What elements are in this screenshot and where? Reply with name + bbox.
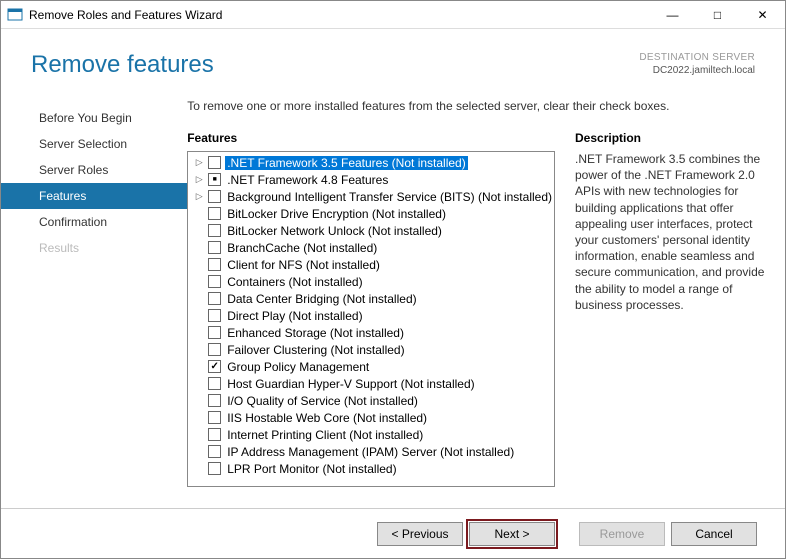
- features-column: Features ▷ .NET Framework 3.5 Features (N…: [187, 131, 555, 487]
- feature-checkbox[interactable]: [208, 275, 221, 288]
- page-title: Remove features: [31, 51, 214, 79]
- feature-item[interactable]: Client for NFS (Not installed): [188, 256, 554, 273]
- step-sidebar: Before You BeginServer SelectionServer R…: [1, 87, 187, 487]
- feature-checkbox[interactable]: [208, 360, 221, 373]
- previous-button[interactable]: < Previous: [377, 522, 463, 546]
- expand-icon[interactable]: ▷: [194, 174, 204, 185]
- feature-checkbox[interactable]: [208, 394, 221, 407]
- feature-item[interactable]: LPR Port Monitor (Not installed): [188, 460, 554, 477]
- destination-info: DESTINATION SERVER DC2022.jamiltech.loca…: [639, 51, 755, 79]
- feature-checkbox[interactable]: [208, 241, 221, 254]
- feature-item[interactable]: Data Center Bridging (Not installed): [188, 290, 554, 307]
- feature-label: Background Intelligent Transfer Service …: [225, 190, 554, 204]
- feature-item[interactable]: ▷ Background Intelligent Transfer Service…: [188, 188, 554, 205]
- title-bar: Remove Roles and Features Wizard — □ ✕: [1, 1, 785, 29]
- feature-label: BitLocker Network Unlock (Not installed): [225, 224, 444, 238]
- feature-item[interactable]: ▷ .NET Framework 3.5 Features (Not instal…: [188, 154, 554, 171]
- feature-label: Failover Clustering (Not installed): [225, 343, 406, 357]
- features-listbox[interactable]: ▷ .NET Framework 3.5 Features (Not instal…: [187, 151, 555, 487]
- feature-item[interactable]: BitLocker Drive Encryption (Not installe…: [188, 205, 554, 222]
- feature-label: LPR Port Monitor (Not installed): [225, 462, 398, 476]
- window-title: Remove Roles and Features Wizard: [29, 8, 650, 22]
- wizard-content: Before You BeginServer SelectionServer R…: [1, 87, 785, 487]
- feature-checkbox[interactable]: [208, 377, 221, 390]
- feature-label: IP Address Management (IPAM) Server (Not…: [225, 445, 516, 459]
- close-button[interactable]: ✕: [740, 1, 785, 28]
- maximize-button[interactable]: □: [695, 1, 740, 28]
- feature-item[interactable]: Group Policy Management: [188, 358, 554, 375]
- feature-label: Data Center Bridging (Not installed): [225, 292, 418, 306]
- description-heading: Description: [575, 131, 765, 145]
- feature-item[interactable]: IP Address Management (IPAM) Server (Not…: [188, 443, 554, 460]
- step-server-selection[interactable]: Server Selection: [1, 131, 187, 157]
- feature-label: Containers (Not installed): [225, 275, 364, 289]
- feature-label: Enhanced Storage (Not installed): [225, 326, 406, 340]
- feature-item[interactable]: Failover Clustering (Not installed): [188, 341, 554, 358]
- instruction-text: To remove one or more installed features…: [187, 99, 765, 113]
- wizard-footer: < Previous Next > Remove Cancel: [1, 508, 785, 558]
- feature-checkbox[interactable]: [208, 258, 221, 271]
- feature-checkbox[interactable]: [208, 428, 221, 441]
- feature-label: .NET Framework 4.8 Features: [225, 173, 390, 187]
- description-text: .NET Framework 3.5 combines the power of…: [575, 151, 765, 313]
- step-server-roles[interactable]: Server Roles: [1, 157, 187, 183]
- feature-label: BitLocker Drive Encryption (Not installe…: [225, 207, 448, 221]
- feature-item[interactable]: Internet Printing Client (Not installed): [188, 426, 554, 443]
- feature-checkbox[interactable]: [208, 190, 221, 203]
- feature-item[interactable]: Enhanced Storage (Not installed): [188, 324, 554, 341]
- feature-label: .NET Framework 3.5 Features (Not install…: [225, 156, 468, 170]
- feature-label: Direct Play (Not installed): [225, 309, 364, 323]
- feature-checkbox[interactable]: [208, 156, 221, 169]
- feature-item[interactable]: BitLocker Network Unlock (Not installed): [188, 222, 554, 239]
- destination-server: DC2022.jamiltech.local: [639, 64, 755, 77]
- feature-label: IIS Hostable Web Core (Not installed): [225, 411, 429, 425]
- expand-icon[interactable]: ▷: [194, 157, 204, 168]
- feature-checkbox[interactable]: [208, 343, 221, 356]
- feature-checkbox[interactable]: [208, 207, 221, 220]
- feature-item[interactable]: I/O Quality of Service (Not installed): [188, 392, 554, 409]
- minimize-button[interactable]: —: [650, 1, 695, 28]
- cancel-button[interactable]: Cancel: [671, 522, 757, 546]
- feature-item[interactable]: ▷ .NET Framework 4.8 Features: [188, 171, 554, 188]
- step-before-you-begin[interactable]: Before You Begin: [1, 105, 187, 131]
- feature-checkbox[interactable]: [208, 411, 221, 424]
- step-results: Results: [1, 235, 187, 261]
- step-confirmation[interactable]: Confirmation: [1, 209, 187, 235]
- feature-item[interactable]: IIS Hostable Web Core (Not installed): [188, 409, 554, 426]
- feature-label: BranchCache (Not installed): [225, 241, 379, 255]
- feature-label: Host Guardian Hyper-V Support (Not insta…: [225, 377, 476, 391]
- feature-checkbox[interactable]: [208, 224, 221, 237]
- description-column: Description .NET Framework 3.5 combines …: [575, 131, 765, 487]
- features-heading: Features: [187, 131, 555, 145]
- expand-icon[interactable]: ▷: [194, 191, 204, 202]
- feature-label: Client for NFS (Not installed): [225, 258, 382, 272]
- remove-button[interactable]: Remove: [579, 522, 665, 546]
- feature-item[interactable]: Containers (Not installed): [188, 273, 554, 290]
- feature-item[interactable]: Host Guardian Hyper-V Support (Not insta…: [188, 375, 554, 392]
- feature-checkbox[interactable]: [208, 445, 221, 458]
- step-features[interactable]: Features: [1, 183, 187, 209]
- feature-label: I/O Quality of Service (Not installed): [225, 394, 420, 408]
- destination-label: DESTINATION SERVER: [639, 51, 755, 64]
- feature-label: Internet Printing Client (Not installed): [225, 428, 425, 442]
- feature-checkbox[interactable]: [208, 309, 221, 322]
- feature-checkbox[interactable]: [208, 292, 221, 305]
- main-panel: To remove one or more installed features…: [187, 87, 765, 487]
- wizard-header: Remove features DESTINATION SERVER DC202…: [1, 29, 785, 87]
- app-icon: [7, 7, 23, 23]
- feature-checkbox[interactable]: [208, 462, 221, 475]
- next-button[interactable]: Next >: [469, 522, 555, 546]
- feature-label: Group Policy Management: [225, 360, 371, 374]
- feature-checkbox[interactable]: [208, 326, 221, 339]
- feature-item[interactable]: Direct Play (Not installed): [188, 307, 554, 324]
- feature-checkbox[interactable]: [208, 173, 221, 186]
- feature-item[interactable]: BranchCache (Not installed): [188, 239, 554, 256]
